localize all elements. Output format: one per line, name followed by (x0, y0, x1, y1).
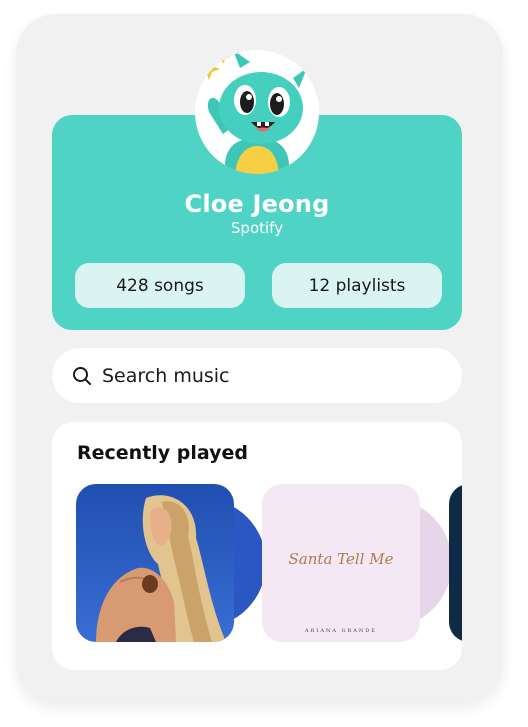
profile-name: Cloe Jeong (184, 190, 330, 218)
album-cover-title: Santa Tell Me (288, 550, 394, 568)
album-card[interactable] (449, 484, 462, 642)
album-cover (449, 484, 462, 642)
search-input[interactable] (102, 364, 422, 387)
dragon-mascot-icon (195, 50, 319, 174)
album-cover (76, 484, 234, 642)
album-card[interactable]: Santa Tell Me ARIANA GRANDE (262, 484, 462, 642)
recently-played-title: Recently played (77, 442, 249, 464)
avatar[interactable] (195, 50, 319, 174)
playlists-count-button[interactable]: 12 playlists (272, 263, 442, 308)
album-cover: Santa Tell Me ARIANA GRANDE (262, 484, 420, 642)
songs-count-button[interactable]: 428 songs (75, 263, 245, 308)
album-card[interactable] (76, 484, 276, 642)
album-cover-artist: ARIANA GRANDE (305, 628, 377, 634)
search-icon (72, 366, 92, 386)
search-bar[interactable] (52, 348, 462, 403)
profile-service: Spotify (230, 219, 284, 237)
recently-played-card: Recently played Santa Tell Me ARIANA GRA… (52, 422, 462, 670)
